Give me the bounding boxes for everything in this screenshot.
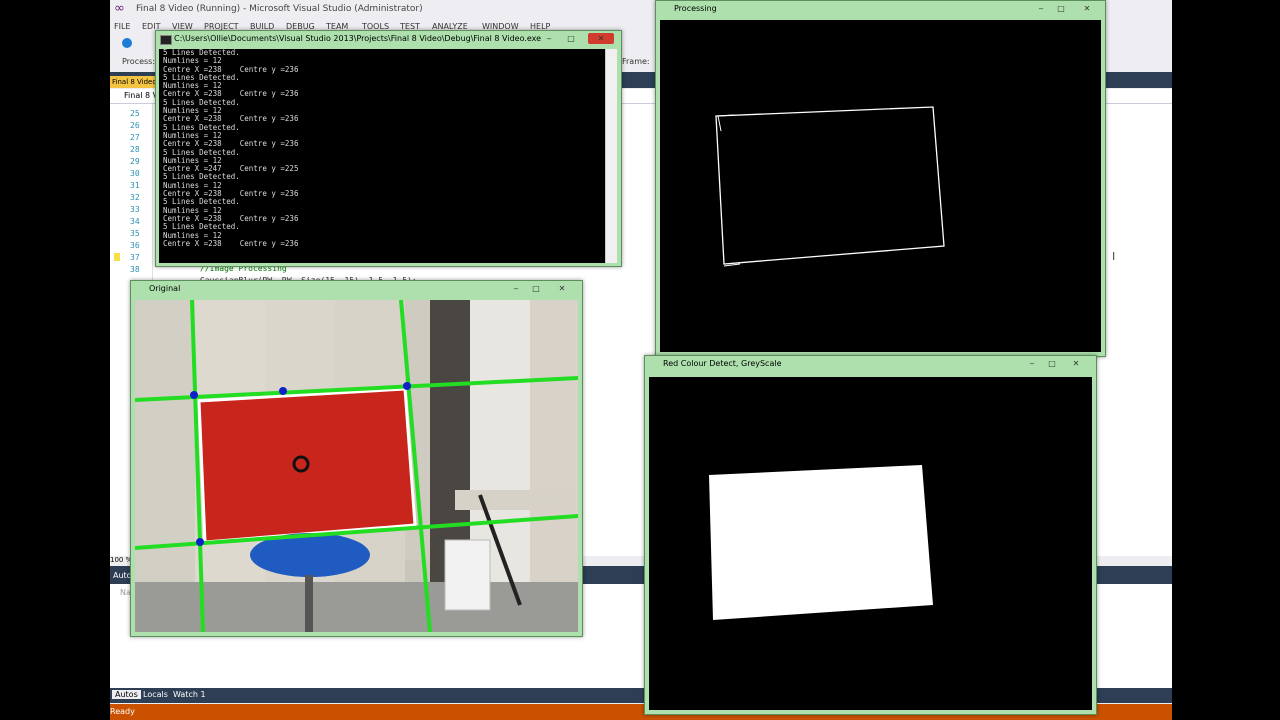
red-detect-window-title: Red Colour Detect, GreyScale bbox=[663, 359, 782, 368]
minimize-button[interactable]: ‒ bbox=[1025, 358, 1039, 369]
maximize-button[interactable]: □ bbox=[564, 33, 578, 44]
maximize-button[interactable]: □ bbox=[1045, 358, 1059, 369]
console-line: 5 Lines Detected. bbox=[163, 172, 240, 182]
text-cursor-icon: I bbox=[1112, 250, 1116, 263]
console-line: 5 Lines Detected. bbox=[163, 147, 240, 157]
current-line-marker-icon bbox=[114, 253, 120, 261]
line-number: 32 bbox=[130, 193, 140, 202]
document-tab[interactable]: Final 8 Video bbox=[110, 76, 158, 88]
console-output-text: 5 Lines Detected. Numlines = 12 Centre X =… bbox=[159, 49, 617, 248]
line-number: 34 bbox=[130, 217, 140, 226]
line-number: 36 bbox=[130, 241, 140, 250]
console-window[interactable]: C:\Users\Ollie\Documents\Visual Studio 2… bbox=[155, 30, 622, 267]
original-window-title: Original bbox=[149, 284, 181, 293]
line-number: 26 bbox=[130, 121, 140, 130]
tab-locals[interactable]: Locals bbox=[140, 690, 171, 699]
line-number: 33 bbox=[130, 205, 140, 214]
console-line: 5 Lines Detected. bbox=[163, 122, 240, 132]
console-line: 5 Lines Detected. bbox=[163, 97, 240, 107]
line-number: 35 bbox=[130, 229, 140, 238]
status-text: Ready bbox=[110, 707, 135, 716]
edge-outline-image bbox=[715, 106, 945, 267]
tab-watch-1[interactable]: Watch 1 bbox=[170, 690, 209, 699]
console-line: 5 Lines Detected. bbox=[163, 222, 240, 232]
console-line: 5 Lines Detected. bbox=[163, 72, 240, 82]
line-number: 25 bbox=[130, 109, 140, 118]
console-window-title: C:\Users\Ollie\Documents\Visual Studio 2… bbox=[174, 34, 542, 43]
processing-window[interactable]: Processing ‒ □ ✕ bbox=[655, 0, 1106, 357]
close-button[interactable]: ✕ bbox=[1080, 3, 1094, 14]
minimize-button[interactable]: ‒ bbox=[509, 283, 523, 294]
original-window[interactable]: Original ‒ □ ✕ bbox=[130, 280, 583, 637]
camera-frame-image bbox=[135, 300, 578, 632]
minimize-button[interactable]: ‒ bbox=[1034, 3, 1048, 14]
visual-studio-logo-icon: ∞ bbox=[114, 1, 125, 16]
line-number: 27 bbox=[130, 133, 140, 142]
red-mask-image bbox=[709, 465, 933, 620]
line-number: 28 bbox=[130, 145, 140, 154]
console-app-icon bbox=[160, 35, 172, 45]
maximize-button[interactable]: □ bbox=[1054, 3, 1068, 14]
tab-autos[interactable]: Autos bbox=[112, 690, 141, 699]
console-line: 5 Lines Detected. bbox=[163, 197, 240, 207]
minimize-button[interactable]: ‒ bbox=[542, 33, 556, 44]
process-label: Process: bbox=[122, 57, 156, 66]
back-navigation-icon[interactable] bbox=[122, 38, 132, 48]
greyscale-mask-output bbox=[649, 377, 1092, 710]
frame-label: Frame: bbox=[622, 57, 650, 66]
navigation-dropdown[interactable]: Final 8 V bbox=[124, 91, 158, 100]
menu-file[interactable]: FILE bbox=[114, 22, 130, 31]
line-number: 31 bbox=[130, 181, 140, 190]
line-number: 29 bbox=[130, 157, 140, 166]
vs-window-title: Final 8 Video (Running) - Microsoft Visu… bbox=[136, 4, 423, 14]
console-scrollbar[interactable] bbox=[605, 49, 617, 263]
processing-output bbox=[660, 20, 1101, 352]
original-video-frame bbox=[135, 300, 578, 632]
console-output-area: 5 Lines Detected. Numlines = 12 Centre X =… bbox=[159, 49, 617, 263]
maximize-button[interactable]: □ bbox=[529, 283, 543, 294]
close-button[interactable]: ✕ bbox=[1069, 358, 1083, 369]
line-number: 38 bbox=[130, 265, 140, 274]
close-button[interactable]: ✕ bbox=[588, 33, 614, 44]
line-number: 37 bbox=[130, 253, 140, 262]
close-button[interactable]: ✕ bbox=[555, 283, 569, 294]
red-colour-detect-window[interactable]: Red Colour Detect, GreyScale ‒ □ ✕ bbox=[644, 355, 1097, 715]
line-number: 30 bbox=[130, 169, 140, 178]
console-line: Centre X =238 Centre y =236 bbox=[163, 238, 299, 248]
console-line: 5 Lines Detected. bbox=[163, 49, 240, 57]
processing-window-title: Processing bbox=[674, 4, 717, 13]
